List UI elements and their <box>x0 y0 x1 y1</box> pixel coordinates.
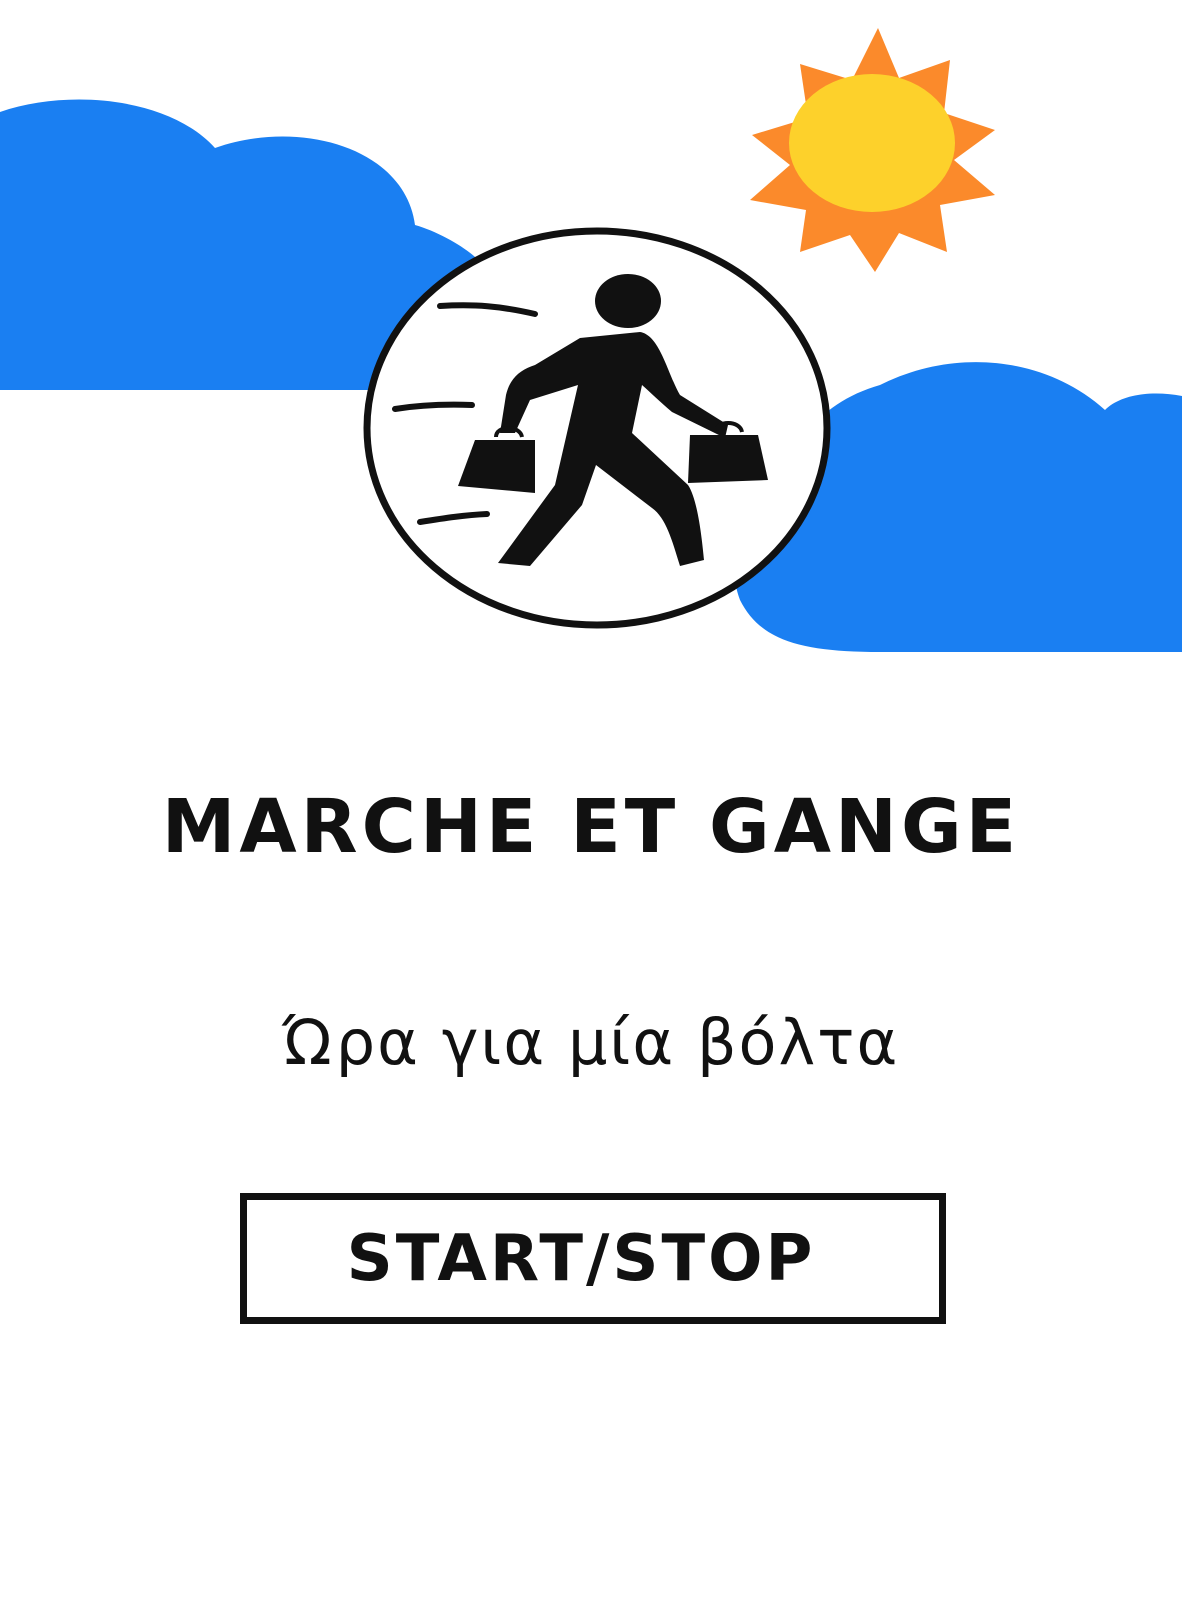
home-screen: MARCHE ET GANGE Ώρα για μία βόλτα START/… <box>0 0 1182 1619</box>
start-stop-button[interactable]: START/STOP <box>240 1193 946 1324</box>
app-title: MARCHE ET GANGE <box>161 784 1021 870</box>
header-illustration <box>0 28 1182 652</box>
app-subtitle: Ώρα για μία βόλτα <box>282 1006 900 1079</box>
sun-icon <box>750 28 995 272</box>
walking-shopper-icon <box>363 227 831 629</box>
start-stop-label: START/STOP <box>346 1221 816 1296</box>
